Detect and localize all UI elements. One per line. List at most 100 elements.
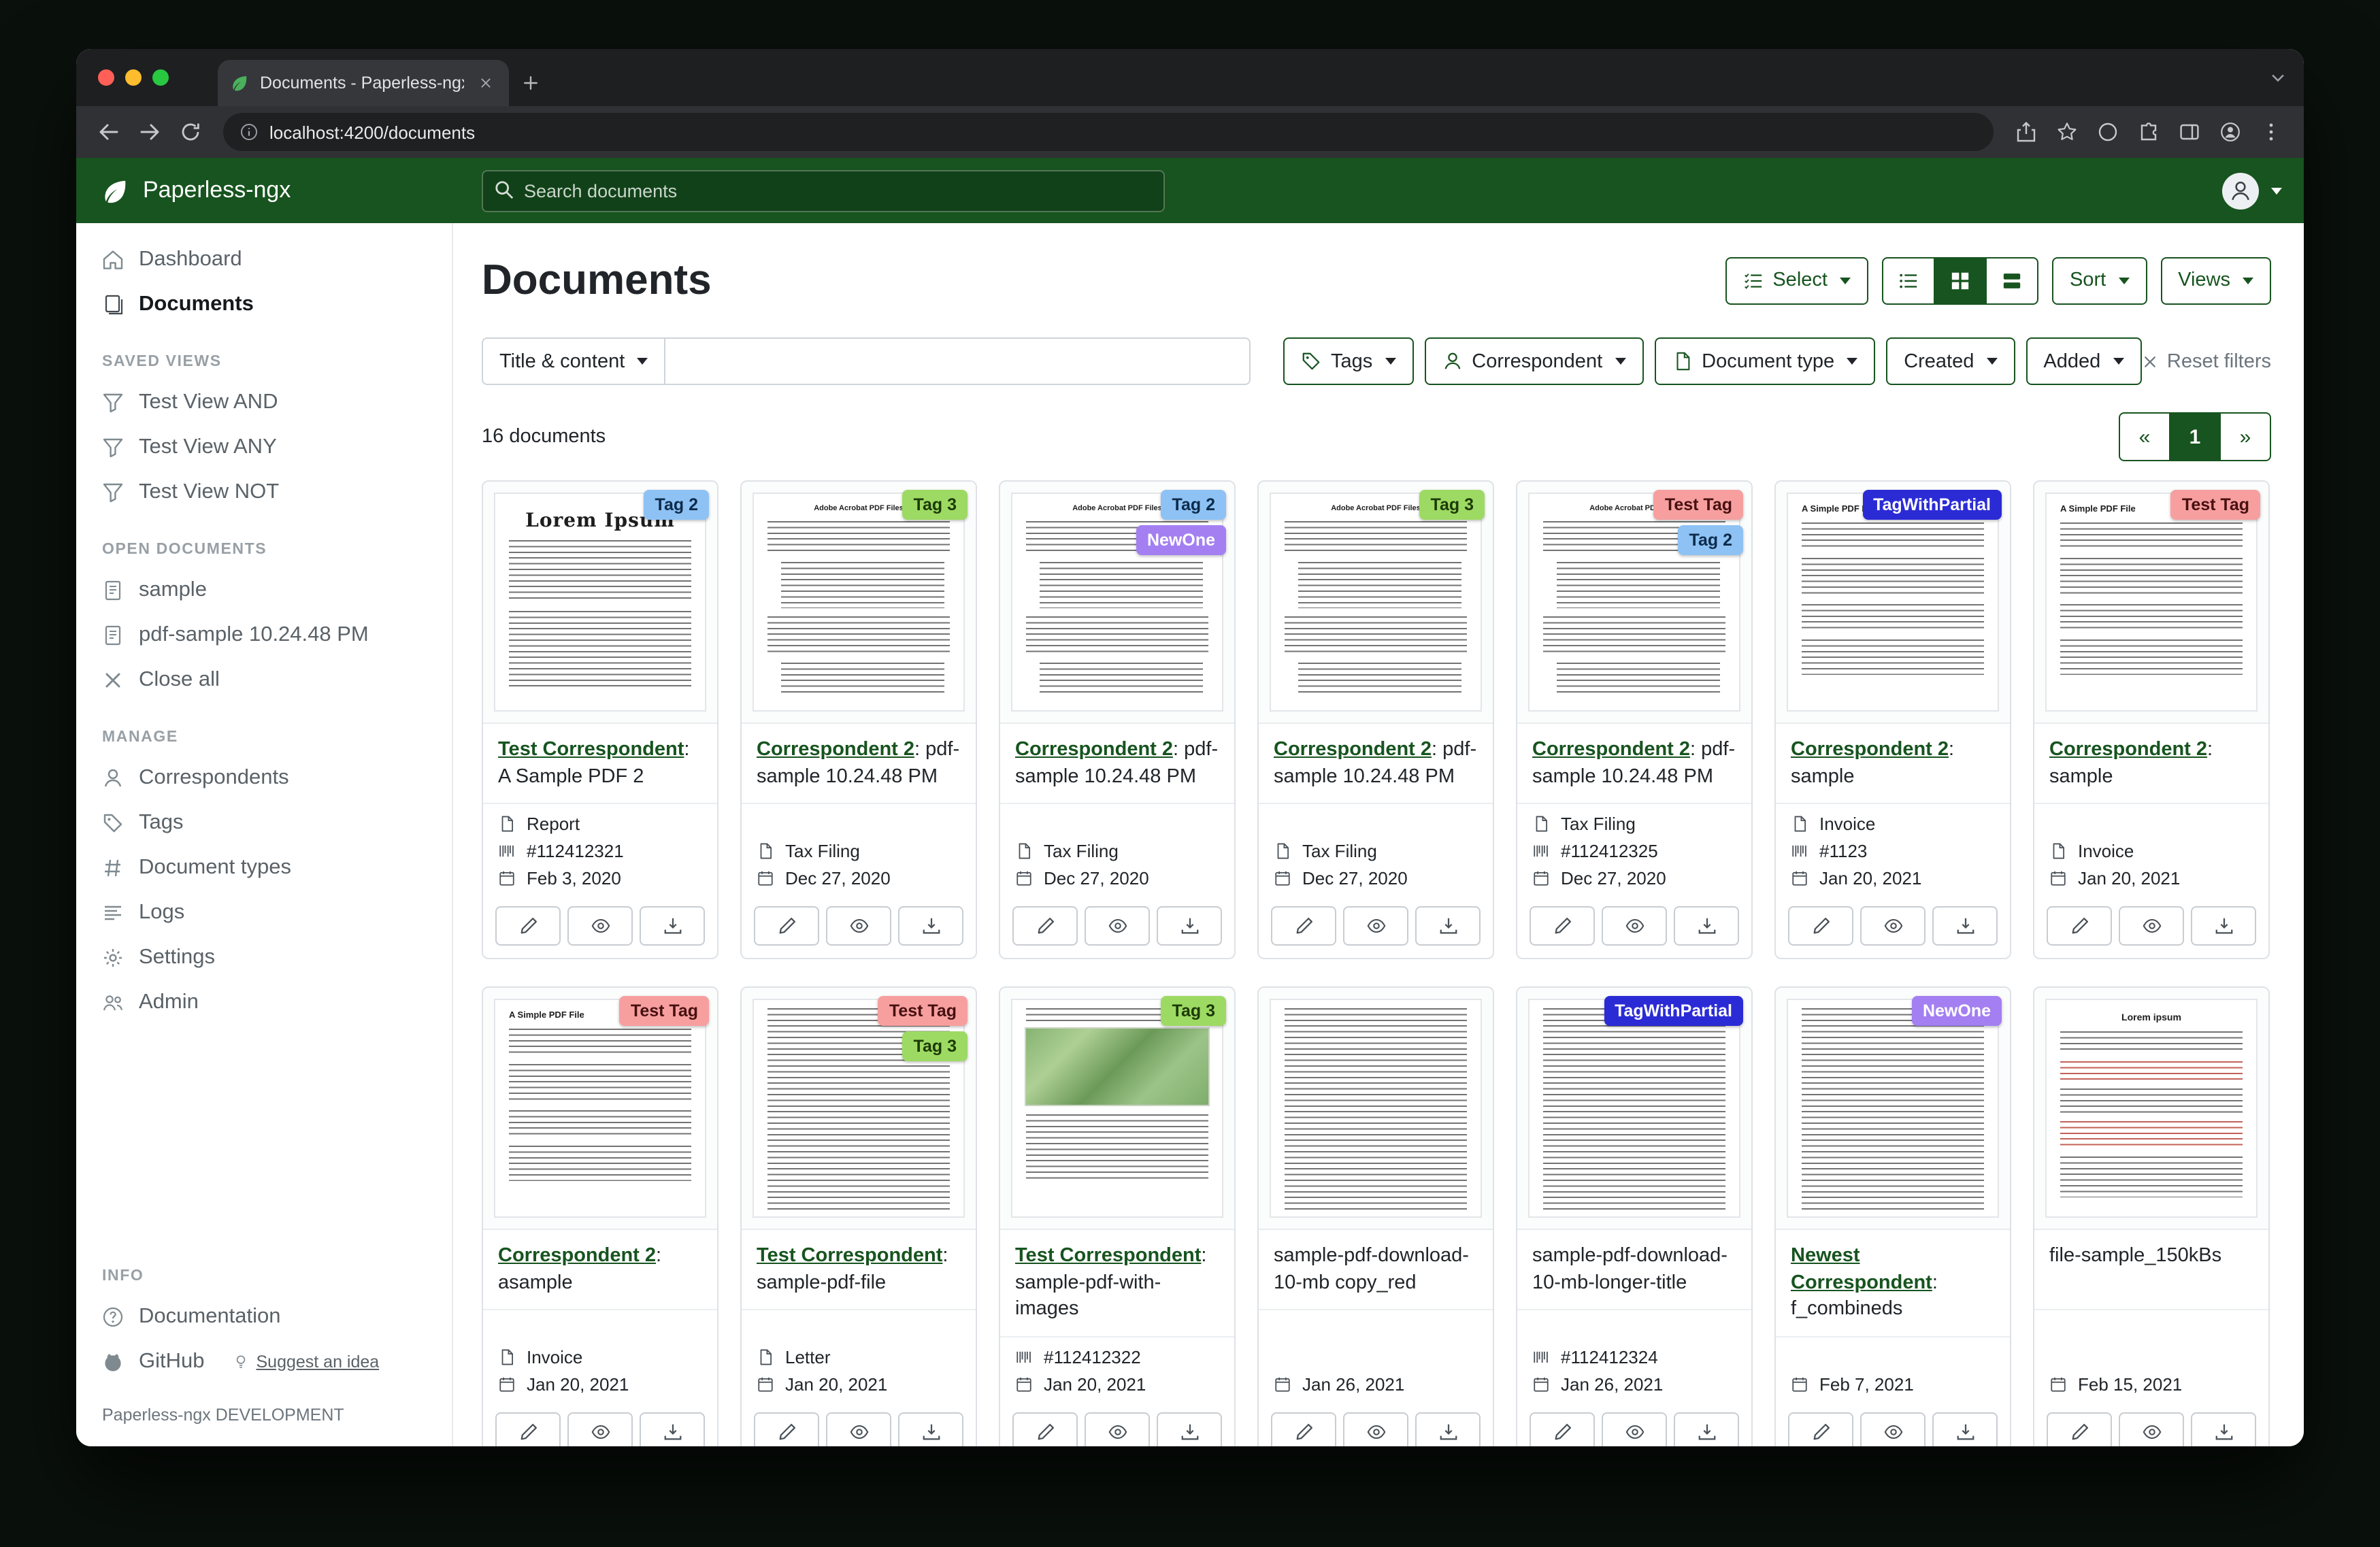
download-button[interactable]: [1157, 1412, 1222, 1446]
correspondent-link[interactable]: Test Correspondent: [1015, 1245, 1201, 1267]
card-thumbnail[interactable]: Tag 3: [1000, 988, 1234, 1230]
correspondent-link[interactable]: Correspondent 2: [1274, 739, 1432, 761]
view-button[interactable]: [1085, 1412, 1150, 1446]
edit-button[interactable]: [2047, 1412, 2112, 1446]
view-button[interactable]: [826, 1412, 891, 1446]
edit-button[interactable]: [2047, 906, 2112, 946]
sidebar-item-test-view-and[interactable]: Test View AND: [76, 380, 452, 425]
filter-correspondent-button[interactable]: Correspondent: [1424, 337, 1643, 385]
next-page-button[interactable]: »: [2219, 412, 2271, 461]
tag-badge-tag-2[interactable]: Tag 2: [644, 490, 709, 520]
correspondent-link[interactable]: Test Correspondent: [757, 1245, 942, 1267]
user-menu-button[interactable]: [2222, 172, 2282, 209]
card-thumbnail[interactable]: A Simple PDF FileTest Tag: [2034, 482, 2268, 724]
edit-button[interactable]: [1530, 906, 1595, 946]
reset-filters-button[interactable]: Reset filters: [2143, 350, 2271, 372]
select-button[interactable]: Select: [1725, 256, 1868, 304]
card-thumbnail[interactable]: TagWithPartial: [1517, 988, 1751, 1230]
correspondent-link[interactable]: Newest Correspondent: [1791, 1245, 1932, 1293]
sidebar-item-test-view-not[interactable]: Test View NOT: [76, 469, 452, 514]
download-button[interactable]: [1674, 1412, 1739, 1446]
view-button[interactable]: [1860, 1412, 1926, 1446]
edit-button[interactable]: [1012, 1412, 1078, 1446]
tag-badge-tag-3[interactable]: Tag 3: [903, 490, 968, 520]
address-bar[interactable]: localhost:4200/documents: [223, 113, 1994, 151]
sidebar-link-suggest-an-idea[interactable]: Suggest an idea: [233, 1352, 380, 1371]
share-button[interactable]: [2007, 113, 2045, 151]
sidebar-item-admin[interactable]: Admin: [76, 980, 452, 1025]
edit-button[interactable]: [1788, 1412, 1853, 1446]
dots-button[interactable]: [2252, 113, 2290, 151]
view-button[interactable]: [1343, 1412, 1408, 1446]
view-button[interactable]: [2119, 1412, 2184, 1446]
download-button[interactable]: [1932, 906, 1998, 946]
view-button[interactable]: [2119, 906, 2184, 946]
view-mode-rows-button[interactable]: [1985, 256, 2038, 304]
tag-badge-newone[interactable]: NewOne: [1912, 996, 2002, 1026]
tag-badge-test-tag[interactable]: Test Tag: [2171, 490, 2260, 520]
tag-badge-tag-2[interactable]: Tag 2: [1161, 490, 1226, 520]
sidebar-item-tags[interactable]: Tags: [76, 800, 452, 845]
tag-badge-tagwithpartial[interactable]: TagWithPartial: [1862, 490, 2002, 520]
filter-document-type-button[interactable]: Document type: [1654, 337, 1875, 385]
page-1-button[interactable]: 1: [2169, 412, 2221, 461]
card-thumbnail[interactable]: Adobe Acrobat PDF FilesTag 2NewOne: [1000, 482, 1234, 724]
card-thumbnail[interactable]: Adobe Acrobat PDF FilesTest TagTag 2: [1517, 482, 1751, 724]
correspondent-link[interactable]: Correspondent 2: [1791, 739, 1949, 761]
view-mode-list-button[interactable]: [1882, 256, 1935, 304]
correspondent-link[interactable]: Test Correspondent: [498, 739, 684, 761]
view-button[interactable]: [1602, 1412, 1667, 1446]
filter-tags-button[interactable]: Tags: [1283, 337, 1413, 385]
correspondent-link[interactable]: Correspondent 2: [1015, 739, 1173, 761]
card-thumbnail[interactable]: Adobe Acrobat PDF FilesTag 3: [1259, 482, 1493, 724]
search-input[interactable]: [482, 169, 1165, 212]
download-button[interactable]: [898, 906, 963, 946]
tag-badge-tagwithpartial[interactable]: TagWithPartial: [1604, 996, 1743, 1026]
edit-button[interactable]: [1271, 1412, 1336, 1446]
sort-button[interactable]: Sort: [2052, 256, 2147, 304]
minimize-button[interactable]: [125, 69, 142, 86]
browser-tab[interactable]: Documents - Paperless-ngx: [218, 60, 509, 106]
view-button[interactable]: [1860, 906, 1926, 946]
back-button[interactable]: [90, 113, 128, 151]
edit-button[interactable]: [495, 1412, 561, 1446]
sidebar-item-github[interactable]: GitHubSuggest an idea: [76, 1339, 452, 1384]
edit-button[interactable]: [754, 906, 819, 946]
download-button[interactable]: [1932, 1412, 1998, 1446]
correspondent-link[interactable]: Correspondent 2: [2049, 739, 2207, 761]
download-button[interactable]: [640, 1412, 705, 1446]
view-button[interactable]: [1343, 906, 1408, 946]
tag-badge-tag-3[interactable]: Tag 3: [903, 1031, 968, 1061]
tag-badge-test-tag[interactable]: Test Tag: [1654, 490, 1743, 520]
download-button[interactable]: [1157, 906, 1222, 946]
tag-badge-test-tag[interactable]: Test Tag: [878, 996, 968, 1026]
card-thumbnail[interactable]: Adobe Acrobat PDF FilesTag 3: [742, 482, 976, 724]
sidebar-item-documentation[interactable]: Documentation: [76, 1294, 452, 1339]
prev-page-button[interactable]: «: [2119, 412, 2170, 461]
views-button[interactable]: Views: [2160, 256, 2271, 304]
download-button[interactable]: [898, 1412, 963, 1446]
view-button[interactable]: [1085, 906, 1150, 946]
card-thumbnail[interactable]: NewOne: [1776, 988, 2010, 1230]
tag-badge-test-tag[interactable]: Test Tag: [620, 996, 709, 1026]
extensions-button[interactable]: [2130, 113, 2168, 151]
filter-added-button[interactable]: Added: [2026, 337, 2141, 385]
view-button[interactable]: [826, 906, 891, 946]
sidebar-item-logs[interactable]: Logs: [76, 890, 452, 935]
download-button[interactable]: [640, 906, 705, 946]
tag-badge-tag-3[interactable]: Tag 3: [1161, 996, 1226, 1026]
view-button[interactable]: [567, 906, 633, 946]
tag-badge-tag-3[interactable]: Tag 3: [1420, 490, 1485, 520]
sidebar-item-sample[interactable]: sample: [76, 567, 452, 612]
card-thumbnail[interactable]: Lorem IpsumTag 2: [483, 482, 717, 724]
view-button[interactable]: [1602, 906, 1667, 946]
zoom-button[interactable]: [152, 69, 169, 86]
download-button[interactable]: [1415, 906, 1481, 946]
sidebar-item-documents[interactable]: Documents: [76, 282, 452, 327]
correspondent-link[interactable]: Correspondent 2: [1532, 739, 1690, 761]
download-button[interactable]: [1415, 1412, 1481, 1446]
download-button[interactable]: [1674, 906, 1739, 946]
circle-button[interactable]: [2089, 113, 2127, 151]
edit-button[interactable]: [1788, 906, 1853, 946]
panel-button[interactable]: [2170, 113, 2209, 151]
